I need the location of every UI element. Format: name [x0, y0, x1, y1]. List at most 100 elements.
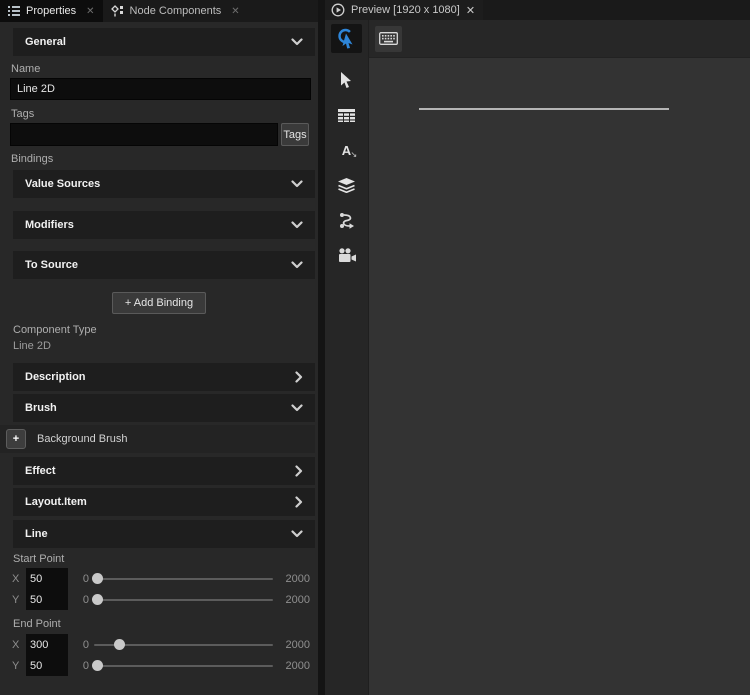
preview-tabbar: Preview [1920 x 1080] ✕ — [325, 0, 750, 20]
layers-tool-button[interactable] — [338, 176, 356, 194]
section-value-sources-title: Value Sources — [25, 178, 100, 190]
chevron-down-icon — [291, 221, 303, 229]
background-brush-row: + Background Brush — [0, 425, 315, 453]
click-mode-icon — [337, 28, 357, 49]
slider-max-label: 2000 — [278, 639, 310, 651]
section-description[interactable]: Description — [13, 363, 315, 391]
section-modifiers[interactable]: Modifiers — [13, 211, 315, 239]
section-general[interactable]: General — [13, 28, 315, 56]
end-y-slider[interactable] — [92, 655, 275, 676]
section-line[interactable]: Line — [13, 520, 315, 548]
component-type-value: Line 2D — [13, 340, 318, 352]
section-effect-title: Effect — [25, 465, 56, 477]
section-layout-item-title: Layout.Item — [25, 496, 87, 508]
axis-x-label: X — [12, 639, 23, 651]
tags-button[interactable]: Tags — [281, 123, 309, 146]
axis-y-label: Y — [12, 660, 23, 672]
section-effect[interactable]: Effect — [13, 457, 315, 485]
close-icon[interactable]: ✕ — [466, 4, 475, 17]
keyboard-button[interactable] — [375, 26, 402, 52]
add-binding-button[interactable]: + Add Binding — [112, 292, 206, 314]
section-modifiers-title: Modifiers — [25, 219, 74, 231]
slider-min-label: 0 — [71, 660, 89, 672]
section-to-source-title: To Source — [25, 259, 78, 271]
section-layout-item[interactable]: Layout.Item — [13, 488, 315, 516]
close-icon[interactable]: ✕ — [231, 6, 239, 17]
list-icon — [8, 6, 20, 16]
slider-min-label: 0 — [71, 573, 89, 585]
slider-min-label: 0 — [71, 594, 89, 606]
preview-panel: Preview [1920 x 1080] ✕ — [325, 0, 750, 695]
end-x-slider[interactable] — [92, 634, 275, 655]
section-brush[interactable]: Brush — [13, 394, 315, 422]
slider-max-label: 2000 — [278, 573, 310, 585]
tab-properties-label: Properties — [26, 5, 76, 17]
chevron-right-icon — [295, 465, 303, 477]
name-label: Name — [11, 63, 318, 75]
close-icon[interactable]: ✕ — [86, 6, 94, 17]
chevron-right-icon — [295, 496, 303, 508]
section-to-source[interactable]: To Source — [13, 251, 315, 279]
end-point-x-row: X 300 0 2000 — [0, 634, 318, 655]
slider-min-label: 0 — [71, 639, 89, 651]
tags-input[interactable] — [10, 123, 278, 146]
start-x-slider[interactable] — [92, 568, 275, 589]
chevron-down-icon — [291, 38, 303, 46]
table-tool-button[interactable] — [338, 106, 356, 124]
preview-canvas[interactable] — [368, 57, 750, 695]
slider-thumb[interactable] — [92, 660, 103, 671]
table-grid-icon — [338, 109, 355, 122]
node-components-icon — [111, 5, 124, 17]
select-tool-button[interactable] — [338, 71, 356, 89]
slider-thumb[interactable] — [92, 573, 103, 584]
end-point-label: End Point — [13, 618, 318, 630]
axis-y-label: Y — [12, 594, 23, 606]
chevron-down-icon — [291, 530, 303, 538]
camera-tool-button[interactable] — [338, 246, 356, 264]
start-x-input[interactable]: 50 — [26, 568, 68, 589]
select-cursor-icon — [340, 72, 353, 88]
section-value-sources[interactable]: Value Sources — [13, 170, 315, 198]
name-input[interactable]: Line 2D — [10, 78, 311, 100]
slider-thumb[interactable] — [114, 639, 125, 650]
tab-preview-label: Preview [1920 x 1080] — [351, 4, 460, 16]
left-tabbar: Properties ✕ Node Components ✕ — [0, 0, 318, 22]
layers-icon — [338, 178, 355, 193]
slider-max-label: 2000 — [278, 660, 310, 672]
slider-thumb[interactable] — [92, 594, 103, 605]
tab-node-components[interactable]: Node Components ✕ — [103, 0, 248, 22]
play-icon — [331, 3, 345, 17]
slider-max-label: 2000 — [278, 594, 310, 606]
text-tool-button[interactable]: A↘ — [338, 141, 356, 159]
chevron-down-icon — [291, 180, 303, 188]
text-tool-icon: A↘ — [342, 143, 351, 158]
chevron-down-icon — [291, 261, 303, 269]
chevron-down-icon — [291, 404, 303, 412]
axis-x-label: X — [12, 573, 23, 585]
start-y-input[interactable]: 50 — [26, 589, 68, 610]
end-y-input[interactable]: 50 — [26, 655, 68, 676]
section-brush-title: Brush — [25, 402, 57, 414]
section-description-title: Description — [25, 371, 86, 383]
tab-node-components-label: Node Components — [130, 5, 222, 17]
add-brush-button[interactable]: + — [6, 429, 26, 449]
panel-splitter[interactable] — [318, 0, 325, 695]
end-point-y-row: Y 50 0 2000 — [0, 655, 318, 676]
start-point-y-row: Y 50 0 2000 — [0, 589, 318, 610]
start-y-slider[interactable] — [92, 589, 275, 610]
start-point-x-row: X 50 0 2000 — [0, 568, 318, 589]
camera-icon — [338, 248, 356, 263]
end-x-input[interactable]: 300 — [26, 634, 68, 655]
component-type-label: Component Type — [13, 324, 318, 336]
tab-preview[interactable]: Preview [1920 x 1080] ✕ — [325, 0, 483, 20]
section-line-title: Line — [25, 528, 48, 540]
tab-properties[interactable]: Properties ✕ — [0, 0, 103, 22]
preview-toolbar — [368, 20, 750, 57]
background-brush-label: Background Brush — [37, 433, 128, 445]
connections-tool-button[interactable] — [338, 211, 356, 229]
connections-icon — [339, 212, 354, 229]
preview-line — [419, 108, 669, 110]
click-mode-button[interactable] — [331, 24, 362, 53]
properties-content: General Name Line 2D Tags Tags Bindings … — [0, 22, 318, 695]
section-general-title: General — [25, 36, 66, 48]
